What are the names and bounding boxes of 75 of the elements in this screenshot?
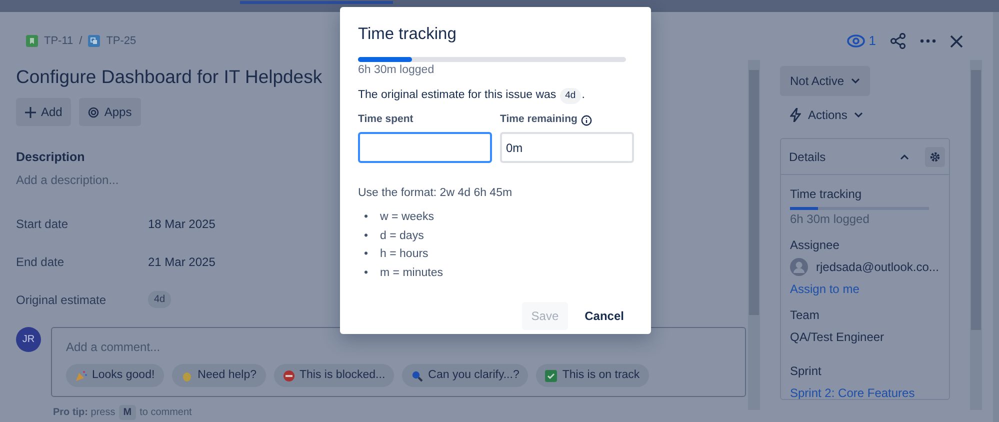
- estimate-text: The original estimate for this issue was: [358, 88, 556, 104]
- team-value: QA/Test Engineer: [790, 329, 886, 346]
- quick-reply-button[interactable]: This is blocked...: [274, 364, 394, 388]
- field-label: End date: [16, 254, 66, 271]
- breadcrumb-link[interactable]: TP-25: [106, 32, 136, 50]
- field-label: Assignee: [790, 237, 840, 254]
- field-label: Time spent: [358, 112, 414, 128]
- close-icon[interactable]: [950, 34, 963, 48]
- assign-to-me-link[interactable]: Assign to me: [790, 280, 940, 298]
- field-label: Start date: [16, 216, 70, 233]
- bullet: •: [364, 247, 368, 262]
- logged-text: 6h 30m logged: [358, 62, 436, 78]
- breadcrumb-separator: /: [79, 34, 82, 49]
- watchers-button[interactable]: 1: [846, 31, 876, 51]
- format-hint: Use the format: 2w 4d 6h 45m: [358, 186, 514, 202]
- unit-item: d = days: [380, 228, 424, 244]
- panel-title: Details: [789, 148, 826, 166]
- user-avatar-icon: [790, 258, 808, 276]
- quick-reply-button[interactable]: This is on track: [536, 364, 649, 388]
- more-icon[interactable]: [920, 39, 936, 43]
- assignee-name: rjedsada@outlook.co...: [816, 259, 939, 276]
- status-dropdown[interactable]: Not Active: [780, 66, 870, 96]
- plus-icon: [25, 106, 36, 118]
- user-avatar: JR: [16, 326, 41, 352]
- field-label: Sprint: [790, 363, 822, 380]
- share-icon[interactable]: [890, 33, 906, 49]
- story-icon: [26, 35, 38, 47]
- quick-reply-button[interactable]: Need help?: [172, 364, 266, 388]
- apps-button[interactable]: Apps: [79, 98, 141, 126]
- lightning-icon: [790, 108, 801, 122]
- field-label: Original estimate: [16, 292, 108, 309]
- chevron-down-icon: [851, 78, 860, 84]
- bullet: •: [364, 266, 368, 281]
- quick-reply-button[interactable]: Looks good!: [66, 364, 164, 388]
- add-button[interactable]: Add: [16, 98, 72, 126]
- no-entry-icon: [282, 370, 294, 382]
- field-label: Time remaining: [500, 112, 578, 128]
- bullet: •: [364, 228, 368, 244]
- info-icon: [581, 114, 592, 126]
- unit-item: w = weeks: [380, 210, 434, 226]
- apps-icon: [88, 106, 100, 118]
- comment-placeholder: Add a comment...: [66, 338, 162, 356]
- scrollbar[interactable]: [970, 60, 982, 410]
- time-input-field[interactable]: 0m: [500, 132, 634, 164]
- dialog-title: Time tracking: [358, 25, 458, 45]
- field-value[interactable]: 18 Mar 2025: [148, 214, 216, 233]
- field-label: Time tracking: [790, 186, 863, 203]
- unit-item: h = hours: [380, 247, 428, 262]
- settings-icon: [929, 150, 941, 162]
- settings-button[interactable]: [925, 146, 945, 166]
- eye-icon: [846, 34, 865, 48]
- field-value[interactable]: 21 Mar 2025: [148, 252, 216, 271]
- description-placeholder[interactable]: Add a description...: [16, 170, 748, 189]
- pro-tip-text: Pro tip: press: [53, 406, 116, 420]
- subtask-icon: [88, 35, 100, 47]
- unit-item: m = minutes: [380, 266, 443, 281]
- field-label: Team: [790, 307, 820, 324]
- keyboard-key: M: [119, 404, 136, 420]
- estimate-badge: 4d: [148, 291, 172, 308]
- logged-text: 6h 30m logged: [790, 211, 870, 228]
- chevron-up-icon[interactable]: [900, 154, 909, 160]
- estimate-text: .: [582, 88, 585, 104]
- time-input-field[interactable]: [358, 132, 492, 164]
- issue-title: Configure Dashboard for IT Helpdesk: [16, 66, 322, 88]
- checkbox-icon: [545, 370, 558, 382]
- party-popper-icon: [75, 370, 87, 382]
- estimate-badge: 4d: [560, 88, 581, 104]
- quick-reply-button[interactable]: Can you clarify...?: [402, 364, 528, 388]
- bullet: •: [364, 210, 368, 226]
- actions-dropdown[interactable]: Actions: [780, 100, 874, 130]
- chevron-down-icon: [854, 112, 864, 118]
- pro-tip-text: to comment: [140, 406, 192, 420]
- scrollbar[interactable]: [748, 60, 760, 410]
- magnifier-icon: [411, 370, 424, 382]
- breadcrumb-link[interactable]: TP-11: [44, 32, 74, 50]
